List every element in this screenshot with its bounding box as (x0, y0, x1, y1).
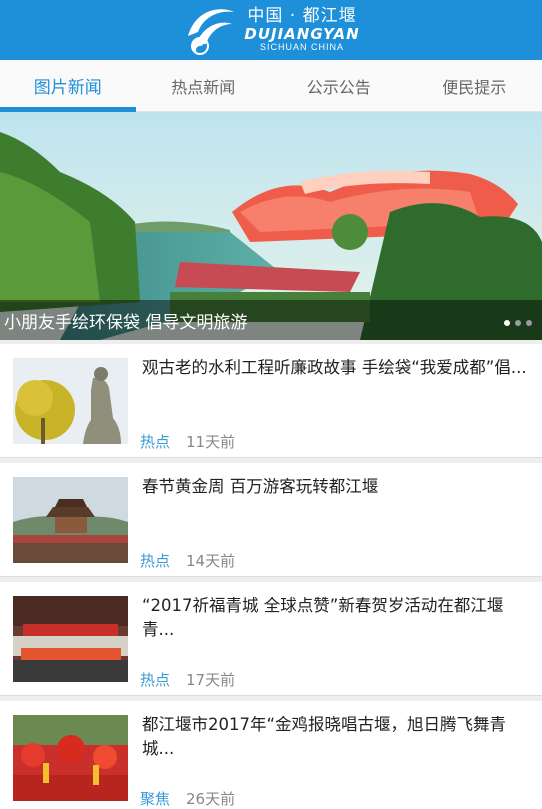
app-header: 中国 · 都江堰 DUJIANGYAN SICHUAN CHINA (0, 0, 542, 60)
news-item[interactable]: “2017祈福青城 全球点赞”新春贺岁活动在都江堰青... 热点 17天前 (0, 582, 542, 696)
news-meta: 聚焦 26天前 (140, 788, 235, 809)
news-thumbnail (13, 596, 128, 682)
news-tag: 聚焦 (140, 790, 171, 808)
carousel-indicator (504, 320, 532, 326)
news-title: 观古老的水利工程听廉政故事 手绘袋“我爱成都”倡... (142, 358, 527, 377)
category-tabs: 图片新闻 热点新闻 公示公告 便民提示 (0, 60, 542, 112)
news-tag: 热点 (140, 552, 171, 570)
news-item[interactable]: 观古老的水利工程听廉政故事 手绘袋“我爱成都”倡... 热点 11天前 (0, 344, 542, 458)
news-thumbnail (13, 715, 128, 801)
banner-carousel[interactable]: 小朋友手绘环保袋 倡导文明旅游 (0, 112, 542, 340)
news-title: 都江堰市2017年“金鸡报晓唱古堰，旭日腾飞舞青城... (142, 715, 507, 758)
tab-announcements[interactable]: 公示公告 (271, 60, 407, 111)
news-meta: 热点 11天前 (140, 431, 235, 452)
carousel-dot[interactable] (504, 320, 510, 326)
news-tag: 热点 (140, 433, 171, 451)
news-time: 14天前 (186, 552, 236, 570)
news-time: 11天前 (186, 433, 236, 451)
news-meta: 热点 17天前 (140, 669, 235, 690)
carousel-dot[interactable] (515, 320, 521, 326)
news-item[interactable]: 春节黄金周 百万游客玩转都江堰 热点 14天前 (0, 463, 542, 577)
news-item[interactable]: 都江堰市2017年“金鸡报晓唱古堰，旭日腾飞舞青城... 聚焦 26天前 (0, 701, 542, 809)
banner-caption: 小朋友手绘环保袋 倡导文明旅游 (4, 312, 248, 333)
news-time: 26天前 (186, 790, 236, 808)
news-meta: 热点 14天前 (140, 550, 235, 571)
tab-photo-news[interactable]: 图片新闻 (0, 60, 136, 112)
logo-title-cn: 中国 · 都江堰 (247, 6, 357, 26)
news-title: 春节黄金周 百万游客玩转都江堰 (142, 477, 379, 496)
logo-subtitle: SICHUAN CHINA (259, 42, 344, 52)
news-thumbnail (13, 477, 128, 563)
logo-title-en: DUJIANGYAN (244, 25, 360, 43)
logo-text: 中国 · 都江堰 DUJIANGYAN SICHUAN CHINA (244, 8, 359, 52)
banner-caption-bar: 小朋友手绘环保袋 倡导文明旅游 (0, 300, 542, 340)
news-title: “2017祈福青城 全球点赞”新春贺岁活动在都江堰青... (142, 596, 504, 639)
tab-public-tips[interactable]: 便民提示 (407, 60, 542, 111)
dujiangyan-logo-icon (188, 9, 235, 55)
news-tag: 热点 (140, 671, 171, 689)
tab-hot-news[interactable]: 热点新闻 (136, 60, 272, 111)
news-thumbnail (13, 358, 128, 444)
news-time: 17天前 (186, 671, 236, 689)
carousel-dot[interactable] (526, 320, 532, 326)
